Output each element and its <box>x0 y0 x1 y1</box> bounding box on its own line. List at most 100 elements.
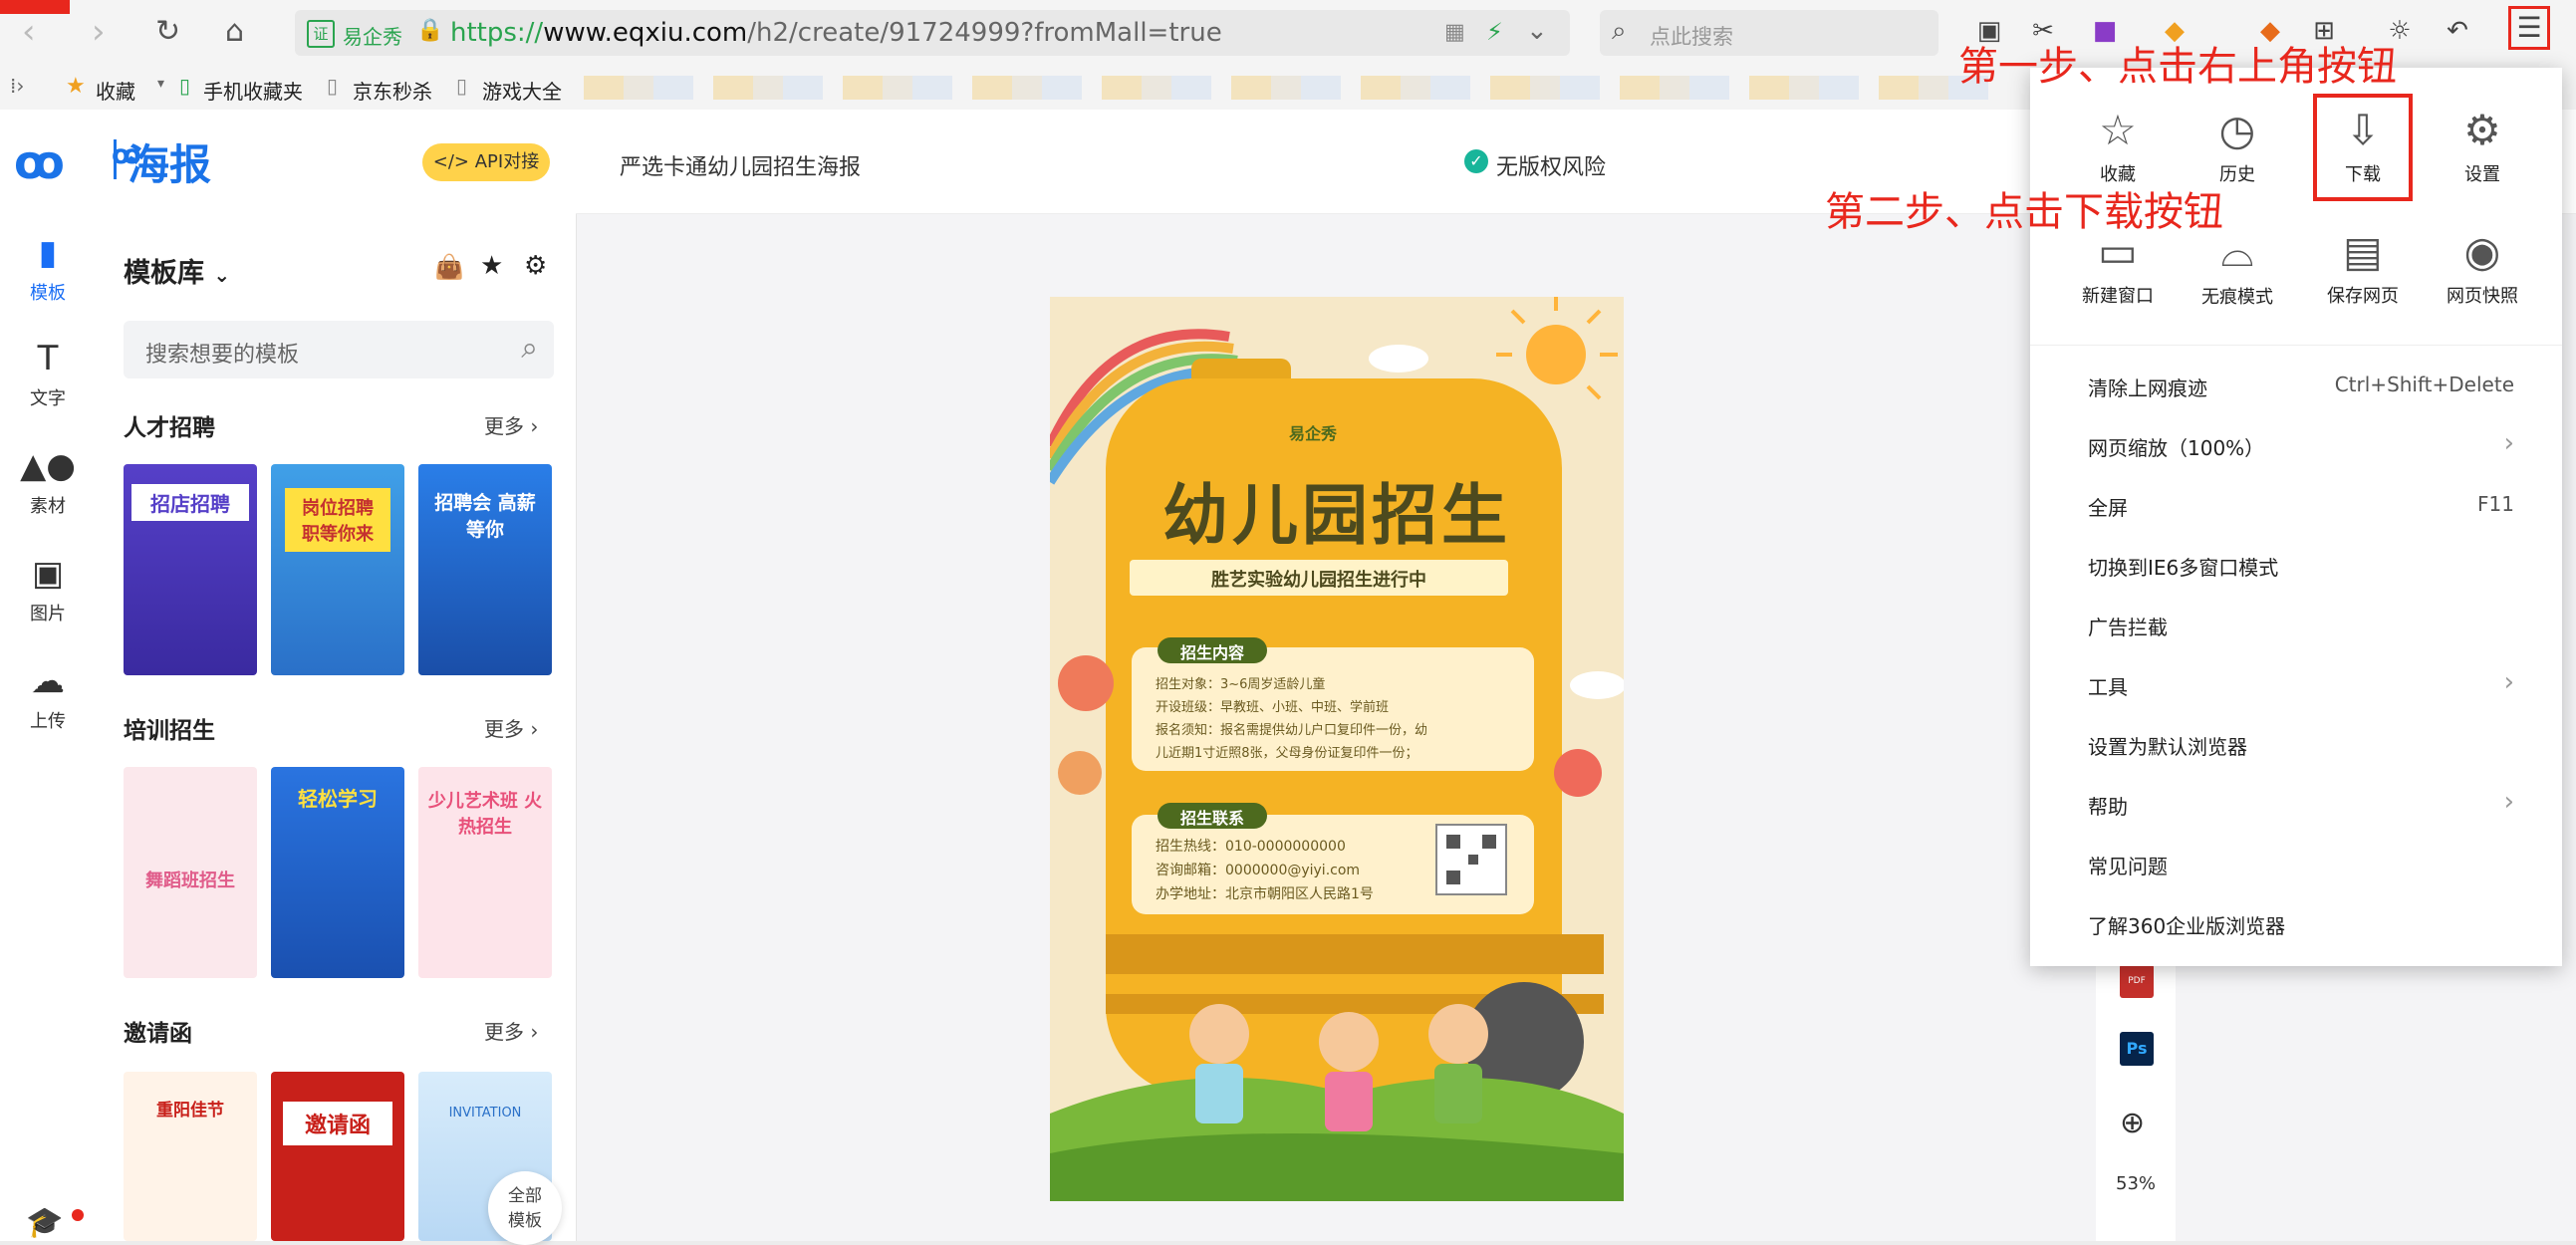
phone-icon: ▯ <box>179 74 191 98</box>
bookmark-mobile[interactable]: 手机收藏夹 <box>203 76 303 105</box>
left-nav: ▮ 模板 T 文字 ▲● 素材 ▣ 图片 ☁ 上传 🎓 <box>0 110 97 1241</box>
template-thumb[interactable]: 少儿艺术班 火热招生 <box>418 767 552 978</box>
template-thumb[interactable]: 重阳佳节 <box>124 1072 257 1241</box>
menu-item[interactable]: 网页缩放（100%） <box>2088 432 2264 461</box>
template-thumb[interactable]: 岗位招聘 职等你来 <box>271 464 404 675</box>
menu-item[interactable]: 清除上网痕迹 <box>2088 373 2207 401</box>
bookmark-jd[interactable]: 京东秒杀 <box>353 76 432 105</box>
menu-new-window[interactable]: ▭ 新建窗口 <box>2058 227 2178 308</box>
address-bar[interactable]: 证 易企秀 🔒 https://www.eqxiu.com/h2/create/… <box>295 10 1570 56</box>
annotation-step2: 第二步、点击下载按钮 <box>1825 189 2223 235</box>
more-link[interactable]: 更多 › <box>484 713 538 742</box>
nav-template[interactable]: ▮ 模板 <box>0 233 96 305</box>
nav-material[interactable]: ▲● 素材 <box>0 446 96 518</box>
zoom-in-icon[interactable]: ⊕ <box>2120 1106 2145 1140</box>
qr-icon[interactable]: ▦ <box>1444 20 1465 45</box>
home-icon[interactable]: ⌂ <box>225 14 244 49</box>
all-templates-button[interactable]: 全部 模板 <box>488 1171 562 1245</box>
menu-download[interactable]: ⇩ 下载 <box>2303 106 2423 186</box>
menu-save-page[interactable]: ▤ 保存网页 <box>2303 227 2423 308</box>
site-badge-label: 易企秀 <box>343 25 402 49</box>
more-link[interactable]: 更多 › <box>484 410 538 439</box>
search-icon: ⌕ <box>521 331 538 366</box>
material-icon: ▲● <box>20 446 76 486</box>
nav-text[interactable]: T 文字 <box>0 339 96 410</box>
poster-section-title: 招生内容 <box>1179 643 1244 662</box>
page-icon: ▯ <box>327 74 339 98</box>
menu-settings[interactable]: ⚙ 设置 <box>2423 106 2542 186</box>
section-title: 人才招聘 <box>124 415 215 441</box>
document-title[interactable]: 严选卡通幼儿园招生海报 <box>620 149 861 181</box>
menu-favorites[interactable]: ☆ 收藏 <box>2058 106 2178 186</box>
menu-screenshot[interactable]: ◉ 网页快照 <box>2423 227 2542 308</box>
nav-upload[interactable]: ☁ 上传 <box>0 661 96 733</box>
star-icon: ☆ <box>2099 106 2137 154</box>
menu-item[interactable]: 切换到IE6多窗口模式 <box>2088 552 2278 581</box>
logo-divider <box>114 139 117 179</box>
menu-item[interactable]: 全屏 <box>2088 492 2128 521</box>
menu-item[interactable]: 设置为默认浏览器 <box>2088 731 2247 760</box>
zoom-level: 53% <box>2116 1173 2157 1194</box>
lightning-icon[interactable]: ⚡ <box>1486 18 1503 46</box>
menu-divider <box>2030 345 2562 346</box>
api-button[interactable]: </> API对接 <box>422 143 550 181</box>
template-thumb[interactable]: 轻松学习 <box>271 767 404 978</box>
menu-history[interactable]: ◷ 历史 <box>2178 106 2297 186</box>
menu-item[interactable]: 常见问题 <box>2088 851 2168 879</box>
menu-item[interactable]: 了解360企业版浏览器 <box>2088 910 2285 939</box>
sidebar-toggle-icon[interactable]: ⁞› <box>10 74 24 98</box>
template-search-input[interactable]: 搜索想要的模板 ⌕ <box>124 321 554 378</box>
bookmark-favorites[interactable]: 收藏 <box>96 76 135 105</box>
screenshot-icon: ◉ <box>2463 227 2501 276</box>
template-icon: ▮ <box>38 233 58 273</box>
section-title: 培训招生 <box>124 718 215 744</box>
menu-shortcut: Ctrl+Shift+Delete <box>2334 373 2514 396</box>
poster-section-title: 招生联系 <box>1179 809 1244 828</box>
annotation-step1: 第一步、点击右上角按钮 <box>1958 44 2397 90</box>
forward-icon[interactable]: › <box>92 12 106 52</box>
menu-button[interactable]: ☰ <box>2508 6 2550 50</box>
menu-item[interactable]: 帮助 <box>2088 791 2128 820</box>
chevron-right-icon: › <box>2503 428 2514 458</box>
star-icon[interactable]: ★ <box>480 251 503 281</box>
image-icon: ▣ <box>31 554 65 594</box>
history-icon: ◷ <box>2218 106 2256 154</box>
chevron-down-icon[interactable]: ⌄ <box>1526 16 1548 46</box>
panel-title[interactable]: 模板库 ⌄ <box>124 251 230 290</box>
back-icon[interactable]: ‹ <box>22 12 36 52</box>
chevron-right-icon: › <box>2503 667 2514 697</box>
template-thumb[interactable]: 招聘会 高薪等你 <box>418 464 552 675</box>
menu-shortcut: F11 <box>2477 492 2514 516</box>
reload-icon[interactable]: ↻ <box>155 14 180 49</box>
text-icon: T <box>37 339 59 378</box>
logo-text: 海报 <box>128 140 212 189</box>
browser-search-box[interactable]: ⌕ 点此搜索 <box>1600 10 1938 56</box>
menu-incognito[interactable]: ⌓ 无痕模式 <box>2178 227 2297 309</box>
poster-section-body: 招生热线：010-0000000000 咨询邮箱：0000000@yiyi.com… <box>1156 839 1374 902</box>
copyright-badge: 无版权风险 <box>1496 155 1607 180</box>
template-thumb[interactable]: 招店招聘 <box>124 464 257 675</box>
more-link[interactable]: 更多 › <box>484 1016 538 1045</box>
poster-brand: 易企秀 <box>1289 424 1338 443</box>
poster-canvas[interactable]: 易企秀 幼儿园招生 胜艺实验幼儿园招生进行中 招生内容 招生对象：3~6周岁适龄… <box>1050 297 1624 1201</box>
lock-icon: 🔒 <box>416 18 444 43</box>
site-badge-icon: 证 <box>307 20 335 48</box>
gear-icon[interactable]: ⚙ <box>524 251 547 281</box>
chevron-down-icon[interactable]: ▾ <box>157 76 164 92</box>
template-thumb[interactable]: 舞蹈班招生 <box>124 767 257 978</box>
download-icon: ⇩ <box>2345 106 2381 154</box>
ps-icon[interactable]: Ps <box>2120 1032 2154 1066</box>
menu-item[interactable]: 广告拦截 <box>2088 612 2168 640</box>
menu-item[interactable]: 工具 <box>2088 671 2128 700</box>
nav-image[interactable]: ▣ 图片 <box>0 554 96 625</box>
poster-title: 幼儿园招生 <box>1162 477 1511 554</box>
bag-icon[interactable]: 👜 <box>434 253 464 281</box>
settings-icon: ⚙ <box>2463 106 2501 154</box>
graduation-cap-icon[interactable]: 🎓 <box>26 1205 63 1240</box>
undo-icon[interactable]: ↶ <box>2441 14 2474 48</box>
template-thumb[interactable]: 邀请函 <box>271 1072 404 1241</box>
right-rail: PDF Ps ⊕ 53% <box>2096 936 2176 1241</box>
check-icon: ✓ <box>1464 149 1488 173</box>
bookmark-games[interactable]: 游戏大全 <box>482 76 562 105</box>
pdf-icon[interactable]: PDF <box>2120 964 2154 998</box>
